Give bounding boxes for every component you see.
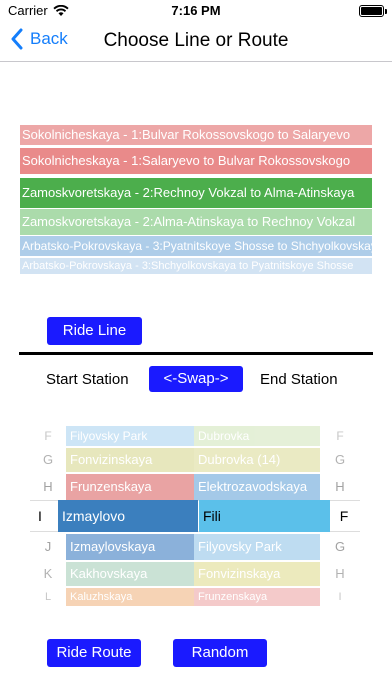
end-station-option[interactable]: Elektrozavodskaya — [194, 474, 320, 500]
line-picker-row[interactable]: Arbatsko-Pokrovskaya - 3:Pyatnitskoye Sh… — [20, 236, 372, 256]
end-station-option[interactable]: Fili — [199, 500, 330, 532]
start-station-option[interactable]: Izmaylovskaya — [66, 534, 194, 560]
line-picker-row[interactable]: Arbatsko-Pokrovskaya - 3:Shchyolkovskaya… — [20, 258, 372, 274]
swap-button[interactable]: <-Swap-> — [149, 366, 243, 392]
left-index-letter: G — [42, 452, 54, 467]
left-index-letter: L — [44, 591, 52, 603]
end-station-option[interactable]: Dubrovka (14) — [194, 448, 320, 472]
left-index-letter: J — [44, 539, 52, 554]
battery-cap — [385, 9, 387, 14]
end-station-option[interactable]: Frunzenskaya — [194, 588, 320, 606]
right-index-letter: H — [335, 479, 345, 494]
random-button[interactable]: Random — [173, 639, 267, 667]
left-index-letter: I — [38, 508, 42, 524]
right-index-letter: I — [338, 591, 342, 603]
start-station-option[interactable]: Izmaylovo — [58, 500, 198, 532]
line-picker-row[interactable]: Sokolnicheskaya - 1:Bulvar Rokossovskogo… — [20, 125, 372, 145]
battery-fill — [361, 7, 382, 15]
ride-route-button[interactable]: Ride Route — [47, 639, 141, 667]
right-index-letter: H — [335, 566, 345, 581]
left-index-letter: F — [44, 429, 52, 443]
start-station-option[interactable]: Fonvizinskaya — [66, 448, 194, 472]
start-station-option[interactable]: Kaluzhskaya — [66, 588, 194, 606]
right-index-letter: G — [334, 452, 346, 467]
right-index-letter: G — [334, 539, 346, 554]
left-index-letter: K — [43, 566, 53, 581]
line-picker-row[interactable]: Zamoskvoretskaya - 2:Alma-Atinskaya to R… — [20, 209, 372, 235]
end-station-label: End Station — [260, 371, 338, 388]
page-title: Choose Line or Route — [103, 30, 289, 51]
end-station-option[interactable]: Fonvizinskaya — [194, 562, 320, 586]
start-station-label: Start Station — [46, 371, 129, 388]
ride-line-button[interactable]: Ride Line — [47, 317, 142, 345]
right-index-letter: F — [339, 508, 349, 524]
start-station-option[interactable]: Frunzenskaya — [66, 474, 194, 500]
end-station-option[interactable]: Filyovsky Park — [194, 534, 320, 560]
end-station-option[interactable]: Dubrovka — [194, 426, 320, 446]
battery-icon — [359, 5, 387, 17]
left-index-letter: H — [43, 479, 53, 494]
line-picker-row[interactable]: Zamoskvoretskaya - 2:Rechnoy Vokzal to A… — [20, 178, 372, 208]
start-station-option[interactable]: Kakhovskaya — [66, 562, 194, 586]
station-picker[interactable]: F Filyovsky Park Dubrovka F G Fonvizinskaya Du… — [30, 418, 360, 608]
status-bar: Carrier 7:16 PM — [0, 0, 392, 22]
line-picker-row[interactable]: Sokolnicheskaya - 1:Salaryevo to Bulvar … — [20, 148, 372, 174]
right-index-letter: F — [336, 429, 344, 443]
divider — [19, 352, 373, 355]
line-picker[interactable]: Sokolnicheskaya - 1:Bulvar Rokossovskogo… — [20, 125, 372, 285]
start-station-option[interactable]: Filyovsky Park — [66, 426, 194, 446]
status-time: 7:16 PM — [171, 3, 221, 18]
navigation-bar: Back Choose Line or Route — [0, 22, 392, 62]
